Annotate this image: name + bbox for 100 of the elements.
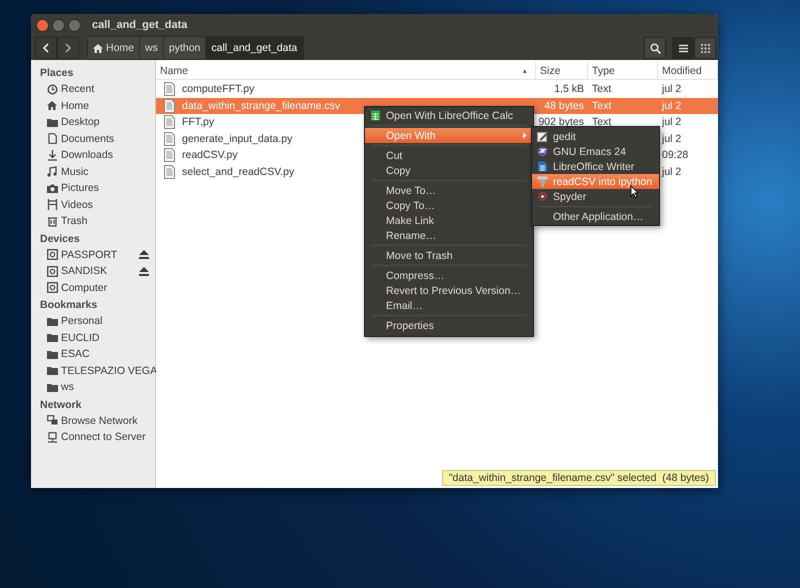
section-heading: Devices: [39, 232, 81, 246]
menu-item[interactable]: Copy: [365, 163, 533, 178]
sidebar-item[interactable]: SANDISK: [31, 263, 155, 280]
table-cell: Text: [592, 116, 612, 128]
text-file-icon: [164, 164, 175, 179]
menu-item[interactable]: Move To…: [365, 183, 533, 198]
menu-item[interactable]: Rename…: [365, 228, 533, 243]
menu-item[interactable]: Properties: [365, 318, 533, 333]
sidebar-item[interactable]: PASSPORT: [31, 246, 155, 263]
menu-item[interactable]: Cut: [365, 148, 533, 163]
status-tooltip: "data_within_strange_filename.csv" selected (48 bytes): [442, 470, 716, 486]
section-heading: Network: [39, 398, 82, 412]
spreadsheet-icon: [370, 110, 381, 121]
text-file-icon: [164, 115, 175, 130]
column-header[interactable]: Size: [536, 62, 588, 79]
table-cell: jul 2: [662, 116, 682, 128]
menu-item[interactable]: gedit: [532, 129, 659, 144]
maximize-button[interactable]: [68, 18, 81, 32]
table-cell: 902 bytes: [538, 116, 584, 128]
document-icon: [47, 133, 58, 144]
menu-item[interactable]: Spyder: [532, 189, 659, 204]
music-note-icon: [47, 166, 58, 178]
section-heading: Places: [39, 66, 74, 81]
menu-item[interactable]: Open With LibreOffice Calc: [365, 108, 533, 123]
sidebar-item[interactable]: Home: [31, 98, 155, 114]
download-icon: [47, 150, 58, 161]
sidebar-item[interactable]: Connect to Server: [31, 429, 155, 446]
table-cell: Text: [592, 100, 612, 112]
folder-icon: [47, 116, 58, 128]
table-cell: 1,5 kB: [554, 83, 584, 96]
table-cell: Text: [592, 83, 612, 96]
writer-document-icon: [537, 161, 548, 172]
sidebar-item[interactable]: Computer: [31, 280, 155, 296]
file-name[interactable]: readCSV.py: [182, 149, 238, 162]
home-icon: [93, 43, 103, 53]
sidebar-item[interactable]: ESAC: [31, 346, 155, 362]
path-button[interactable]: Home: [88, 37, 140, 59]
forward-icon: [64, 43, 72, 53]
sidebar-item[interactable]: Documents: [31, 130, 155, 147]
window-title: call_and_get_data: [92, 19, 188, 31]
text-file-icon: [164, 98, 175, 113]
sidebar-item[interactable]: Trash: [31, 213, 155, 230]
folder-icon: [47, 316, 58, 327]
sidebar-item[interactable]: Desktop: [31, 114, 155, 130]
grid-view-button[interactable]: [694, 37, 716, 59]
grid-view-icon: [700, 42, 710, 54]
folder-icon: [47, 332, 58, 344]
table-cell: 09:28: [662, 149, 688, 162]
search-button[interactable]: [644, 37, 666, 59]
eject-icon[interactable]: [139, 250, 149, 260]
eject-icon[interactable]: [139, 266, 149, 276]
sidebar-item[interactable]: Pictures: [31, 180, 155, 196]
back-button[interactable]: [35, 37, 57, 59]
close-button[interactable]: [36, 18, 49, 32]
table-cell: jul 2: [662, 166, 682, 178]
gnu-emacs-icon: [537, 146, 548, 157]
file-name[interactable]: FFT,py: [182, 116, 214, 128]
table-cell: jul 2: [662, 132, 682, 145]
film-icon: [47, 199, 58, 210]
list-view-icon: [678, 42, 688, 54]
trash-icon: [47, 216, 58, 227]
file-name[interactable]: select_and_readCSV.py: [182, 166, 294, 178]
network-icon: [47, 415, 58, 426]
file-name[interactable]: generate_input_data.py: [182, 132, 292, 145]
menu-item[interactable]: Other Application…: [532, 209, 659, 224]
text-file-icon: [164, 148, 175, 162]
menu-item[interactable]: Move to Trash: [365, 248, 533, 263]
path-button[interactable]: call_and_get_data: [206, 37, 304, 59]
column-header[interactable]: Type: [588, 62, 658, 79]
sidebar-item[interactable]: Personal: [31, 313, 155, 330]
sidebar-item[interactable]: EUCLID: [31, 330, 155, 346]
menu-item[interactable]: Copy To…: [365, 198, 533, 213]
file-name[interactable]: computeFFT.py: [182, 83, 254, 96]
menu-item[interactable]: Revert to Previous Version…: [365, 283, 533, 298]
forward-button[interactable]: [57, 37, 79, 59]
clock-icon: [47, 84, 58, 95]
sidebar-item[interactable]: Downloads: [31, 147, 155, 164]
sidebar-item[interactable]: Recent: [31, 81, 155, 98]
section-heading: Bookmarks: [39, 298, 98, 313]
menu-item[interactable]: Email…: [365, 298, 533, 313]
menu-item[interactable]: Compress…: [365, 268, 533, 283]
path-button[interactable]: python: [164, 37, 206, 59]
column-header[interactable]: Modified: [658, 62, 718, 79]
search-icon: [650, 42, 660, 54]
text-file-icon: [164, 132, 175, 146]
sidebar-item[interactable]: Videos: [31, 196, 155, 213]
menu-item[interactable]: Make Link: [365, 213, 533, 228]
path-button[interactable]: ws: [140, 37, 164, 59]
sidebar-item[interactable]: Music: [31, 164, 155, 180]
sidebar-item[interactable]: TELESPAZIO VEGA: [31, 362, 155, 379]
table-cell: 48 bytes: [544, 100, 584, 112]
minimize-button[interactable]: [52, 18, 65, 32]
menu-item[interactable]: LibreOffice Writer: [532, 159, 659, 174]
list-view-button[interactable]: [672, 37, 694, 59]
sidebar-item[interactable]: ws: [31, 379, 155, 396]
drive-icon: [47, 266, 58, 277]
menu-item[interactable]: GNU Emacs 24: [532, 144, 659, 159]
table-cell: jul 2: [662, 100, 682, 112]
gear-icon: [537, 191, 548, 202]
sidebar-item[interactable]: Browse Network: [31, 412, 155, 429]
